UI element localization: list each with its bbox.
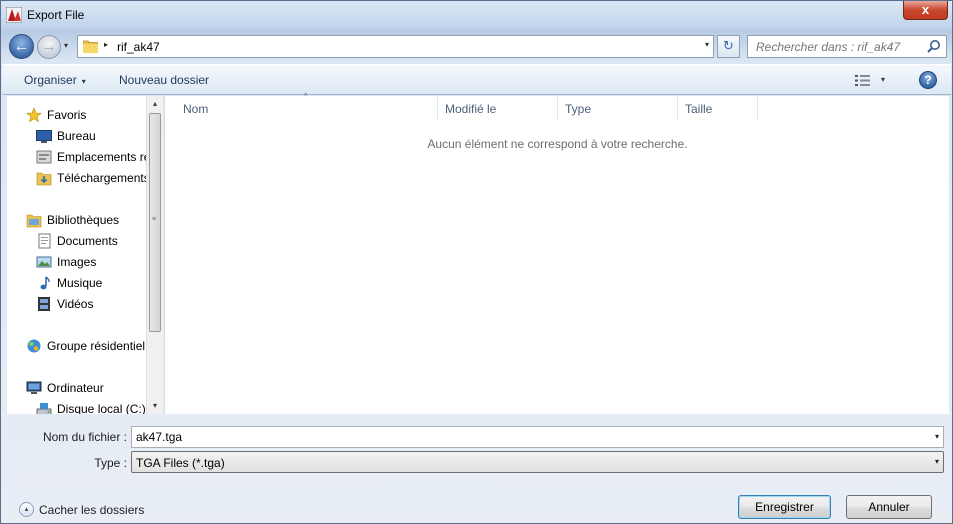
chevron-down-icon: ▾ (934, 457, 939, 466)
pictures-icon (36, 256, 52, 268)
back-button[interactable]: ← (9, 34, 34, 59)
sidebar-item-label: Disque local (C:) (57, 402, 146, 414)
filename-combobox[interactable]: ▾ (131, 426, 944, 448)
cancel-button[interactable]: Annuler (846, 495, 932, 519)
videos-icon (38, 297, 50, 311)
downloads-folder-icon (36, 172, 52, 186)
navigation-pane: Favoris Bureau Emplacements ré Télécharg… (7, 96, 163, 414)
title-bar[interactable]: Export File x (1, 1, 952, 29)
file-list-pane[interactable]: ^ Nom Modifié le Type Taille Aucun éléme… (164, 93, 949, 414)
sidebar-item-label: Groupe résidentiel (47, 339, 146, 353)
sidebar-item-label: Musique (57, 276, 103, 290)
scroll-down-arrow-icon[interactable]: ▾ (147, 398, 163, 414)
search-input[interactable] (748, 36, 928, 57)
computer-icon (26, 381, 42, 394)
recent-locations-dropdown[interactable]: ▾ (64, 41, 74, 51)
documents-icon (38, 233, 51, 249)
column-header-taille[interactable]: Taille (678, 96, 758, 121)
sidebar-item-label: Images (57, 255, 97, 269)
sidebar-item-label: Téléchargements (57, 171, 150, 185)
column-header-type[interactable]: Type (558, 96, 678, 121)
desktop-icon (36, 130, 52, 143)
help-icon[interactable]: ? (919, 71, 937, 89)
refresh-button[interactable]: ↻ (717, 35, 740, 58)
sidebar-item-label: Vidéos (57, 297, 94, 311)
sidebar-item-label: Bibliothèques (47, 213, 120, 227)
chevron-down-icon[interactable]: ▾ (935, 432, 939, 441)
music-icon (40, 276, 50, 290)
forward-button[interactable]: → (37, 35, 61, 59)
sidebar-item-label: Bureau (57, 129, 96, 143)
homegroup-icon (27, 339, 41, 353)
file-type-value: TGA Files (*.tga) (136, 456, 225, 470)
empty-folder-message: Aucun élément ne correspond à votre rech… (427, 137, 688, 151)
export-file-dialog: Export File x ← → ▾ ▸ rif_ak47 ▾ ↻ Organ… (0, 0, 953, 524)
drive-icon (36, 403, 52, 414)
sidebar-item-label: Emplacements ré (57, 150, 151, 164)
file-type-label: Type : (94, 456, 127, 470)
filename-input[interactable] (132, 427, 922, 447)
organize-menu-button[interactable]: Organiser ▾ (24, 73, 86, 87)
new-folder-button[interactable]: Nouveau dossier (119, 73, 209, 87)
scrollbar-thumb[interactable]: ≡ (149, 113, 161, 332)
scroll-up-arrow-icon[interactable]: ▴ (147, 96, 163, 112)
column-header-nom[interactable]: ^ Nom (165, 93, 438, 121)
chevron-down-icon: ▾ (81, 77, 86, 86)
file-type-select[interactable]: TGA Files (*.tga) ▾ (131, 451, 944, 473)
command-toolbar: Organiser ▾ Nouveau dossier ▾ ? (2, 64, 951, 95)
breadcrumb-current-folder[interactable]: rif_ak47 (117, 40, 160, 54)
navigation-scrollbar[interactable]: ▴ ≡ ▾ (146, 96, 163, 414)
sidebar-item-label: Favoris (47, 108, 87, 122)
sidebar-item-label: Ordinateur (47, 381, 104, 395)
window-title: Export File (27, 8, 85, 22)
column-header-label: Nom (183, 102, 209, 116)
sidebar-item-label: Documents (57, 234, 118, 248)
close-button[interactable]: x (903, 1, 948, 20)
libraries-icon (26, 214, 42, 228)
filename-label: Nom du fichier : (42, 430, 127, 444)
view-options-icon[interactable] (855, 74, 871, 87)
grip-icon: ≡ (152, 216, 157, 223)
address-bar[interactable]: ▸ rif_ak47 ▾ (77, 35, 714, 58)
app-icon (6, 7, 22, 23)
save-button[interactable]: Enregistrer (738, 495, 831, 519)
organize-label: Organiser (24, 73, 77, 87)
search-icon[interactable] (927, 39, 941, 53)
sort-ascending-icon: ^ (304, 93, 308, 100)
breadcrumb-separator[interactable]: ▸ (104, 40, 108, 49)
chevron-up-icon: ▴ (19, 502, 34, 517)
folder-icon (83, 40, 98, 53)
star-icon (26, 107, 42, 123)
recent-places-icon (36, 150, 52, 164)
column-header-modifie-le[interactable]: Modifié le (438, 96, 558, 121)
view-options-dropdown[interactable]: ▾ (881, 75, 885, 84)
search-box[interactable] (747, 35, 947, 58)
hide-folders-label: Cacher les dossiers (39, 503, 145, 517)
address-dropdown-button[interactable]: ▾ (705, 40, 709, 49)
